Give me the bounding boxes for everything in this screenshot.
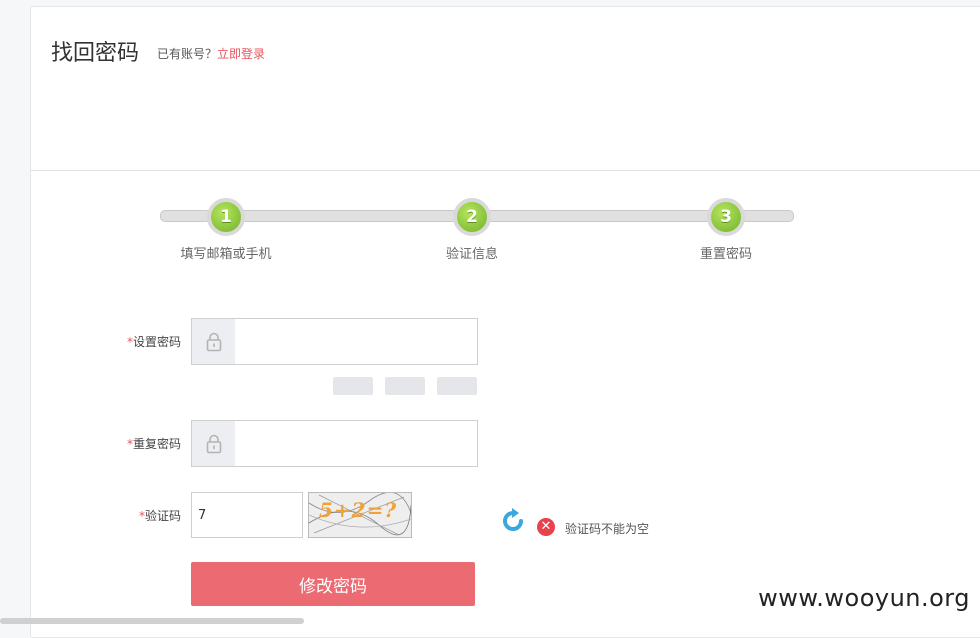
password-input[interactable]	[236, 319, 479, 362]
step-2-label: 验证信息	[445, 247, 498, 262]
password-label: *设置密码	[121, 333, 181, 350]
reset-password-card: 找回密码 已有账号？立即登录	[30, 6, 980, 638]
horizontal-scrollbar[interactable]	[0, 618, 304, 624]
step-1-number: 1	[207, 198, 245, 236]
step-2: 2 验证信息	[412, 198, 532, 262]
strength-bar-strong	[437, 377, 477, 395]
step-3: 3 重置密码	[666, 198, 786, 262]
login-prompt: 已有账号？立即登录	[157, 45, 265, 62]
captcha-label: *验证码	[121, 507, 181, 524]
captcha-input[interactable]	[191, 492, 303, 538]
progress-stepper: 1 填写邮箱或手机 2 验证信息 3 重置密码	[160, 198, 794, 274]
password-label-text: 设置密码	[132, 335, 181, 349]
submit-button[interactable]: 修改密码	[191, 562, 475, 606]
confirm-password-label: *重复密码	[121, 435, 181, 452]
strength-bar-medium	[385, 377, 425, 395]
captcha-text: 5+2=?	[319, 498, 398, 522]
watermark: www.wooyun.org	[758, 584, 970, 612]
page-title: 找回密码	[51, 41, 140, 66]
step-3-label: 重置密码	[699, 247, 752, 262]
lock-icon	[192, 319, 235, 364]
confirm-label-text: 重复密码	[132, 437, 181, 451]
step-1-label: 填写邮箱或手机	[180, 247, 272, 262]
step-1: 1 填写邮箱或手机	[166, 198, 286, 262]
step-3-number: 3	[707, 198, 745, 236]
confirm-password-input[interactable]	[236, 421, 479, 464]
card-header: 找回密码 已有账号？立即登录	[31, 7, 980, 171]
confirm-password-field	[191, 420, 479, 467]
refresh-icon[interactable]	[500, 508, 526, 534]
captcha-image[interactable]: 5+2=?	[308, 492, 412, 538]
captcha-label-text: 验证码	[144, 509, 181, 523]
error-icon: ✕	[537, 518, 555, 536]
login-prompt-text: 已有账号？	[157, 47, 218, 61]
captcha-error-message: 验证码不能为空	[565, 522, 650, 536]
lock-icon	[192, 421, 235, 466]
login-link[interactable]: 立即登录	[217, 47, 265, 61]
strength-bar-weak	[333, 377, 373, 395]
step-2-number: 2	[453, 198, 491, 236]
password-field	[191, 318, 479, 365]
